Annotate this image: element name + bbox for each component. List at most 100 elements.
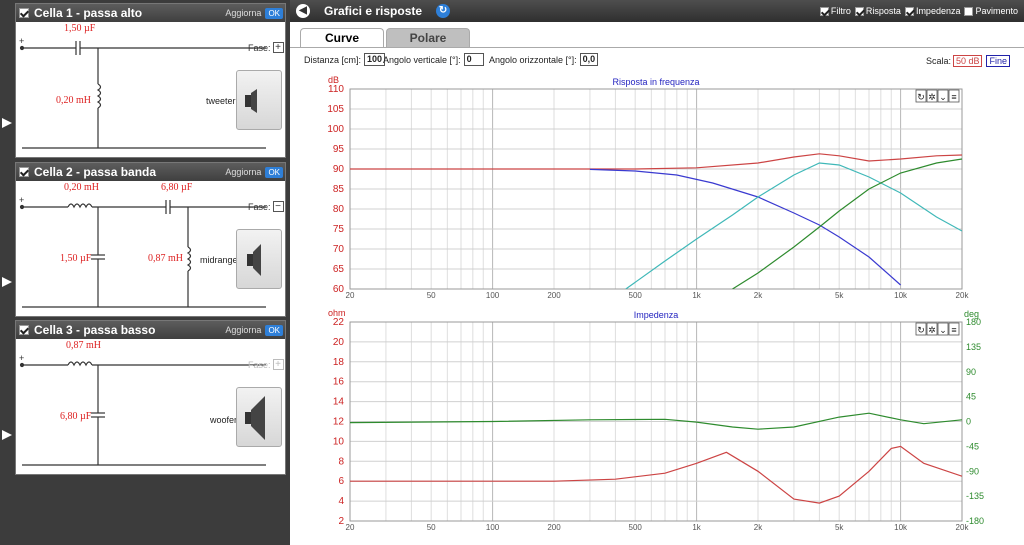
x-tick-label: 1k xyxy=(692,291,701,300)
x-tick-label: 200 xyxy=(547,291,561,300)
y-tick-label: 4 xyxy=(338,496,344,507)
horizontal-angle-label: Angolo orizzontale [°]: xyxy=(489,54,577,65)
fine-button[interactable]: Fine xyxy=(986,55,1010,67)
chart-toolbar: ↻ ✲ ⌄ ≡ xyxy=(915,89,960,103)
cell-1-ok-button[interactable]: OK xyxy=(265,7,283,19)
y-tick-label: 14 xyxy=(333,397,345,408)
y2-tick-label: -45 xyxy=(966,441,979,451)
svg-text:+: + xyxy=(19,353,24,363)
cell-3-tab-arrow[interactable] xyxy=(0,430,14,440)
cell-2-tab-arrow[interactable] xyxy=(0,277,14,287)
cell-1-speaker-label: tweeter xyxy=(206,96,236,106)
y-tick-label: 65 xyxy=(333,264,345,275)
svg-text:+: + xyxy=(19,36,24,46)
option-risposta-checkbox[interactable] xyxy=(854,6,864,16)
distance-control: Distanza [cm]: 100 xyxy=(304,53,386,66)
cell-3-ind-value[interactable]: 0,87 mH xyxy=(66,340,101,351)
series-line-0 xyxy=(350,445,962,504)
tweeter-icon[interactable] xyxy=(236,70,282,130)
chart-toolbar: ↻ ✲ ⌄ ≡ xyxy=(915,322,960,336)
midrange-icon[interactable] xyxy=(236,229,282,289)
woofer-icon[interactable] xyxy=(236,387,282,447)
option-impedenza[interactable]: Impedenza xyxy=(904,6,960,16)
option-impedenza-checkbox[interactable] xyxy=(904,6,914,16)
y-tick-label: 95 xyxy=(333,144,345,155)
chart-tool-icon[interactable]: ⌄ xyxy=(939,325,947,335)
vertical-angle-input[interactable]: 0 xyxy=(463,53,484,66)
cell-3-cap-value[interactable]: 6,80 µF xyxy=(60,411,91,422)
graph-tabs: Curve Polare xyxy=(300,28,472,48)
x-tick-label: 50 xyxy=(427,523,436,532)
cell-3-enable-checkbox[interactable] xyxy=(19,325,29,335)
option-pavimento[interactable]: Pavimento xyxy=(964,6,1018,16)
graph-options: Filtro Risposta Impedenza Pavimento xyxy=(816,6,1018,16)
x-tick-label: 2k xyxy=(754,291,763,300)
option-pavimento-checkbox[interactable] xyxy=(964,6,974,16)
chart-tool-icon[interactable]: ✲ xyxy=(928,325,936,335)
option-filtro-checkbox[interactable] xyxy=(819,6,829,16)
cell-1-enable-checkbox[interactable] xyxy=(19,8,29,18)
y-tick-label: 80 xyxy=(333,204,345,215)
chart-tool-icon[interactable]: ↻ xyxy=(917,92,925,102)
cell-1-title: Cella 1 - passa alto xyxy=(34,6,143,20)
x-tick-label: 20 xyxy=(346,291,355,300)
y2-tick-label: -180 xyxy=(966,516,984,526)
cell-2-fase-toggle[interactable]: − xyxy=(272,201,284,212)
chart-imp: 2 4 6 8 10 12 14 16 18 20 22 20 50 100 200 500 1k 2k 5k 10k… xyxy=(328,308,984,532)
cell-3-fase-toggle[interactable]: + xyxy=(272,359,284,370)
cell-2: Cella 2 - passa banda Aggiorna OK + 0,20… xyxy=(15,162,286,317)
y-axis-label: dB xyxy=(328,75,339,85)
cell-3-fase-label: Fase: xyxy=(248,359,271,370)
y-axis-label: ohm xyxy=(328,308,346,318)
distance-input[interactable]: 100 xyxy=(364,53,386,66)
option-filtro[interactable]: Filtro xyxy=(819,6,851,16)
back-arrow-icon[interactable]: ◀ xyxy=(296,4,310,18)
tab-polare[interactable]: Polare xyxy=(386,28,470,48)
y-tick-label: 60 xyxy=(333,284,345,295)
distance-label: Distanza [cm]: xyxy=(304,54,362,65)
cell-2-ok-button[interactable]: OK xyxy=(265,166,283,178)
y-tick-label: 10 xyxy=(333,436,345,447)
option-risposta[interactable]: Risposta xyxy=(854,6,901,16)
y-tick-label: 105 xyxy=(327,104,344,115)
cell-2-enable-checkbox[interactable] xyxy=(19,167,29,177)
horizontal-angle-input[interactable]: 0,0 xyxy=(579,53,599,66)
x-tick-label: 10k xyxy=(894,523,908,532)
x-tick-label: 50 xyxy=(427,291,436,300)
x-tick-label: 20k xyxy=(956,291,970,300)
cell-1-tab-arrow[interactable] xyxy=(0,118,14,128)
x-tick-label: 20 xyxy=(346,523,355,532)
chart-tool-icon[interactable]: ≡ xyxy=(951,325,956,335)
cell-3-update-label: Aggiorna xyxy=(225,325,262,335)
y2-tick-label: -90 xyxy=(966,466,979,476)
cell-3-ok-button[interactable]: OK xyxy=(265,324,283,336)
cell-3: Cella 3 - passa basso Aggiorna OK + 0,87 … xyxy=(15,320,286,475)
tab-curve[interactable]: Curve xyxy=(300,28,384,48)
cell-2-cap-shunt-value[interactable]: 1,50 µF xyxy=(60,253,91,264)
chart-tool-icon[interactable]: ⌄ xyxy=(939,92,947,102)
x-tick-label: 100 xyxy=(486,523,500,532)
y2-tick-label: -135 xyxy=(966,491,984,501)
x-tick-label: 5k xyxy=(835,291,844,300)
cell-2-ind-shunt-value[interactable]: 0,87 mH xyxy=(148,253,183,264)
y-tick-label: 8 xyxy=(338,456,344,467)
cell-2-title: Cella 2 - passa banda xyxy=(34,165,157,179)
cell-1-cap-value[interactable]: 1,50 µF xyxy=(64,23,95,34)
y-tick-label: 70 xyxy=(333,244,345,255)
chart-tool-icon[interactable]: ≡ xyxy=(951,92,956,102)
y2-tick-label: 45 xyxy=(966,392,976,402)
y-tick-label: 110 xyxy=(328,84,344,95)
option-pavimento-label: Pavimento xyxy=(975,6,1018,16)
cell-1-fase-toggle[interactable]: + xyxy=(272,42,284,53)
scale-label: Scala: xyxy=(925,56,951,66)
y-tick-label: 75 xyxy=(333,224,345,235)
refresh-icon[interactable]: ↻ xyxy=(436,4,451,18)
scale-button[interactable]: 50 dB xyxy=(952,55,983,67)
cell-2-cap-series-value[interactable]: 6,80 µF xyxy=(161,182,192,193)
x-tick-label: 500 xyxy=(629,291,643,300)
cell-1-ind-value[interactable]: 0,20 mH xyxy=(56,95,91,106)
chart-tool-icon[interactable]: ✲ xyxy=(928,92,936,102)
vertical-angle-control: Angolo verticale [°]: 0 xyxy=(383,53,484,66)
chart-tool-icon[interactable]: ↻ xyxy=(917,325,925,335)
cell-2-ind-series-value[interactable]: 0,20 mH xyxy=(64,182,99,193)
